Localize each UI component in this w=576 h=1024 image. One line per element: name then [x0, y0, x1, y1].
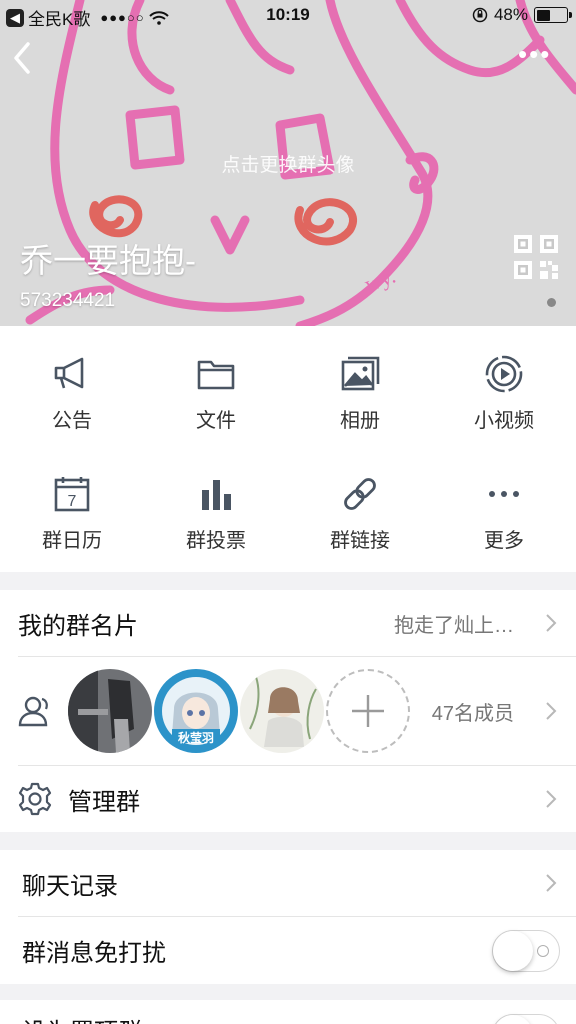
feature-label: 小视频: [474, 410, 534, 432]
battery-percent: 48%: [493, 5, 528, 24]
pin-group-row: 设为置顶群: [0, 1000, 576, 1024]
feature-short-video[interactable]: 小视频: [432, 326, 576, 436]
chat-history-title: 聊天记录: [22, 872, 118, 900]
feature-label: 公告: [52, 410, 92, 432]
chevron-right-icon: [546, 874, 557, 892]
change-avatar-hint[interactable]: 点击更换群头像: [0, 150, 576, 177]
orientation-lock-icon: [472, 7, 488, 23]
toggle-off-indicator: [537, 944, 549, 957]
plus-icon: [352, 695, 384, 727]
group-card-title: 我的群名片: [18, 612, 138, 640]
feature-files[interactable]: 文件: [144, 326, 288, 436]
more-options-button[interactable]: •••: [518, 41, 558, 70]
member-avatar[interactable]: [68, 669, 152, 753]
member-avatar[interactable]: [240, 669, 324, 753]
chevron-right-icon: [546, 790, 557, 808]
do-not-disturb-title: 群消息免打扰: [22, 940, 166, 967]
chevron-right-icon: [546, 614, 557, 632]
chat-history-row[interactable]: 聊天记录: [0, 850, 576, 916]
feature-vote[interactable]: 群投票: [144, 446, 288, 556]
member-count: 47名成员: [431, 702, 514, 725]
feature-group-link[interactable]: 群链接: [288, 446, 432, 556]
feature-calendar[interactable]: 7 群日历: [0, 446, 144, 556]
feature-label: 相册: [340, 410, 380, 432]
group-header: wy. ◀ 全民K歌 ●●●○○ 10:19 48% ••• 点击更换群头像 乔…: [0, 0, 576, 326]
more-icon: [489, 491, 519, 497]
add-member-button[interactable]: [326, 669, 410, 753]
feature-label: 群日历: [42, 530, 102, 552]
group-info-section: 我的群名片 抱走了灿上… 秋莹羽 47名成员 管理群: [0, 590, 576, 832]
pin-group-toggle[interactable]: [492, 1014, 560, 1024]
member-avatar[interactable]: 秋莹羽: [154, 669, 238, 753]
page-indicator: [547, 298, 556, 307]
feature-label: 群投票: [186, 530, 246, 552]
group-card-row[interactable]: 我的群名片 抱走了灿上…: [0, 590, 576, 656]
feature-album[interactable]: 相册: [288, 326, 432, 436]
feature-announcement[interactable]: 公告: [0, 326, 144, 436]
video-icon: [485, 355, 523, 393]
feature-label: 群链接: [330, 530, 390, 552]
folder-icon: [197, 360, 235, 390]
back-button[interactable]: [8, 38, 38, 78]
manage-group-row[interactable]: 管理群: [0, 766, 576, 832]
toggle-knob: [493, 930, 533, 971]
manage-group-title: 管理群: [68, 788, 140, 816]
link-icon: [344, 478, 376, 510]
toggle-knob: [493, 1015, 533, 1024]
album-icon: [341, 356, 380, 391]
do-not-disturb-row: 群消息免打扰: [0, 917, 576, 984]
feature-more[interactable]: 更多: [432, 446, 576, 556]
avatar-badge-text: 秋莹羽: [177, 731, 214, 745]
qr-code-icon[interactable]: [514, 235, 558, 279]
vote-icon: [202, 480, 231, 510]
do-not-disturb-toggle[interactable]: [492, 929, 560, 972]
battery-icon: [534, 7, 572, 23]
chat-settings-section: 聊天记录 群消息免打扰: [0, 850, 576, 984]
megaphone-icon: [54, 357, 84, 389]
calendar-icon: 7: [54, 477, 90, 512]
pin-group-title: 设为置顶群: [22, 1012, 142, 1024]
status-bar: ◀ 全民K歌 ●●●○○ 10:19 48%: [0, 0, 576, 30]
group-name: 乔一要抱抱-: [20, 242, 196, 279]
pin-section: 设为置顶群: [0, 1000, 576, 1024]
group-id: 573234421: [20, 290, 116, 311]
members-icon: [18, 696, 48, 727]
gear-icon: [18, 782, 52, 816]
chevron-right-icon: [546, 702, 557, 720]
feature-label: 文件: [196, 410, 236, 432]
group-card-value: 抱走了灿上…: [394, 614, 514, 637]
feature-grid: 公告 文件 相册 小视频 7 群日历 群投票 群链接 更多: [0, 326, 576, 572]
svg-text:7: 7: [68, 493, 77, 510]
group-profile-page: wy. ◀ 全民K歌 ●●●○○ 10:19 48% ••• 点击更换群头像 乔…: [0, 0, 576, 1024]
feature-label: 更多: [484, 530, 524, 552]
members-row[interactable]: 秋莹羽 47名成员: [0, 657, 576, 765]
